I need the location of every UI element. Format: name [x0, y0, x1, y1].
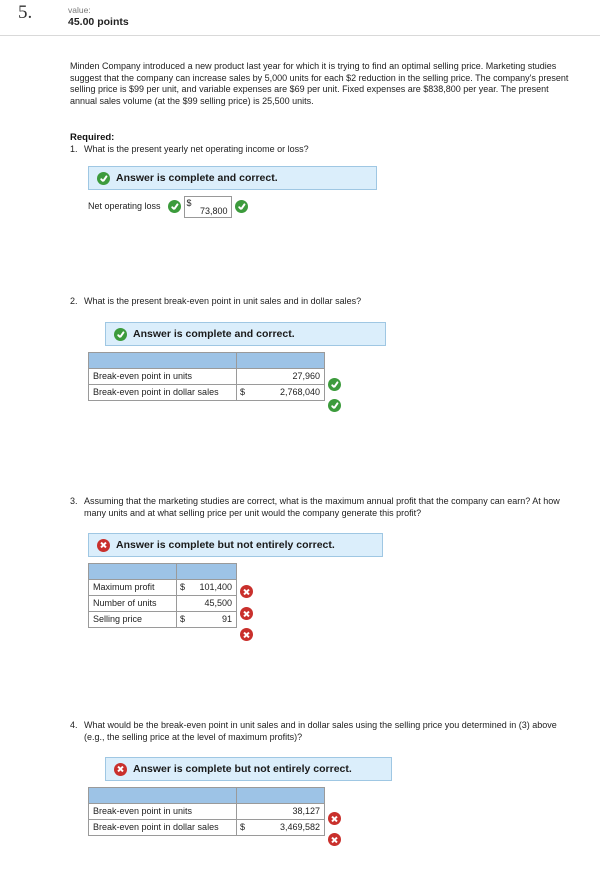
row-value: 101,400 [199, 582, 232, 592]
question-1-text: What is the present yearly net operating… [84, 144, 309, 154]
value-label: value: [68, 5, 91, 15]
check-circle-icon [114, 327, 127, 341]
status-icon-3b [238, 607, 253, 620]
net-operating-loss-row: Net operating loss $ 73,800 [88, 196, 251, 218]
net-operating-loss-input[interactable]: $ 73,800 [183, 196, 232, 218]
header-cell-value [236, 352, 325, 369]
answer-table-3[interactable]: Maximum profit $ 101,400 Number of units… [88, 563, 237, 628]
points-value: 45.00 points [68, 16, 129, 28]
row-value: 38,127 [292, 806, 320, 816]
status-icon-4a [326, 812, 341, 825]
row-label: Selling price [88, 611, 177, 628]
row-value-cell[interactable]: 45,500 [176, 595, 237, 612]
row-value: 91 [221, 614, 232, 624]
currency-symbol: $ [180, 614, 186, 624]
currency-symbol: $ [186, 198, 192, 208]
status-icon-4b [326, 833, 341, 846]
row-label: Break-even point in units [88, 803, 237, 820]
question-3-number: 3. [70, 496, 78, 506]
row-value-cell[interactable]: $ 101,400 [176, 579, 237, 596]
answer-banner-2: Answer is complete and correct. [105, 322, 386, 346]
table-row: Break-even point in units 27,960 [88, 368, 325, 385]
row-value: 3,469,582 [279, 822, 320, 832]
row-label: Break-even point in dollar sales [88, 819, 237, 836]
question-1-number: 1. [70, 144, 78, 154]
table-header-row [88, 352, 325, 369]
answer-table-4[interactable]: Break-even point in units 38,127 Break-e… [88, 787, 325, 836]
error-circle-icon [240, 607, 253, 620]
header-cell-label [88, 352, 237, 369]
table-row: Maximum profit $ 101,400 [88, 579, 237, 596]
error-circle-icon [240, 628, 253, 641]
check-circle-icon [328, 399, 341, 412]
status-icon-2a [326, 378, 341, 391]
currency-symbol: $ [240, 822, 246, 832]
row-value-cell[interactable]: $ 3,469,582 [236, 819, 325, 836]
question-4-number: 4. [70, 720, 78, 730]
question-number: 5. [18, 2, 33, 23]
row-value: 27,960 [292, 371, 320, 381]
answer-banner-3-text: Answer is complete but not entirely corr… [116, 539, 335, 551]
row-label: Break-even point in units [88, 368, 237, 385]
currency-symbol: $ [240, 387, 246, 397]
status-icon-wrap-1b [232, 196, 251, 213]
row-label: Maximum profit [88, 579, 177, 596]
table-row: Break-even point in dollar sales $ 3,469… [88, 819, 325, 836]
row-value-cell[interactable]: $ 91 [176, 611, 237, 628]
question-3-text: Assuming that the marketing studies are … [84, 496, 560, 518]
answer-banner-1: Answer is complete and correct. [88, 166, 377, 190]
status-icon-wrap-1a [165, 196, 184, 213]
question-2-number: 2. [70, 296, 78, 306]
status-icon-3c [238, 628, 253, 641]
row-label: Number of units [88, 595, 177, 612]
answer-banner-4: Answer is complete but not entirely corr… [105, 757, 392, 781]
error-circle-icon [97, 538, 110, 552]
answer-banner-1-text: Answer is complete and correct. [116, 172, 278, 184]
question-4: 4. What would be the break-even point in… [70, 720, 570, 743]
question-4-text: What would be the break-even point in un… [84, 720, 557, 742]
question-1: 1. What is the present yearly net operat… [70, 144, 570, 156]
status-icon-2b [326, 399, 341, 412]
required-label: Required: [70, 132, 115, 143]
table-header-row [88, 787, 325, 804]
check-circle-icon [328, 378, 341, 391]
answer-table-2[interactable]: Break-even point in units 27,960 Break-e… [88, 352, 325, 401]
currency-symbol: $ [180, 582, 186, 592]
question-2: 2. What is the present break-even point … [70, 296, 570, 308]
table-row: Number of units 45,500 [88, 595, 237, 612]
table-row: Break-even point in units 38,127 [88, 803, 325, 820]
question-2-text: What is the present break-even point in … [84, 296, 362, 306]
question-page: 5. value: 45.00 points Minden Company in… [0, 0, 600, 873]
table-row: Selling price $ 91 [88, 611, 237, 628]
row-value-cell[interactable]: 27,960 [236, 368, 325, 385]
row-value: 45,500 [204, 598, 232, 608]
header-cell-label [88, 787, 237, 804]
header-cell-label [88, 563, 177, 580]
answer-banner-3: Answer is complete but not entirely corr… [88, 533, 383, 557]
header-cell-value [236, 787, 325, 804]
check-circle-icon [234, 200, 248, 213]
question-header: 5. value: 45.00 points [0, 0, 600, 36]
answer-banner-2-text: Answer is complete and correct. [133, 328, 295, 340]
row-label: Break-even point in dollar sales [88, 384, 237, 401]
row-value-cell[interactable]: 38,127 [236, 803, 325, 820]
status-icon-3a [238, 585, 253, 598]
check-circle-icon [97, 171, 110, 185]
question-3: 3. Assuming that the marketing studies a… [70, 496, 570, 519]
net-operating-loss-label: Net operating loss [88, 201, 161, 211]
error-circle-icon [328, 812, 341, 825]
header-cell-value [176, 563, 237, 580]
table-header-row [88, 563, 237, 580]
problem-statement: Minden Company introduced a new product … [70, 61, 569, 106]
net-operating-loss-value: 73,800 [200, 206, 228, 216]
error-circle-icon [328, 833, 341, 846]
check-circle-icon [167, 200, 181, 213]
error-circle-icon [114, 762, 127, 776]
row-value: 2,768,040 [279, 387, 320, 397]
table-row: Break-even point in dollar sales $ 2,768… [88, 384, 325, 401]
answer-banner-4-text: Answer is complete but not entirely corr… [133, 763, 352, 775]
row-value-cell[interactable]: $ 2,768,040 [236, 384, 325, 401]
error-circle-icon [240, 585, 253, 598]
